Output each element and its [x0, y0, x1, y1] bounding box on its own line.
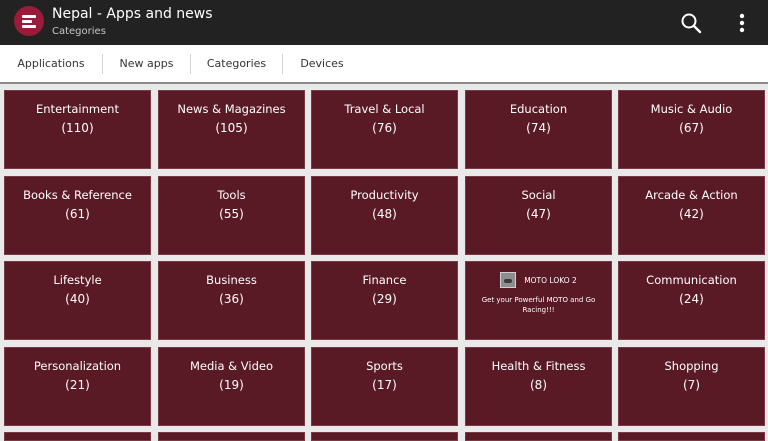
category-tile[interactable]: Music & Audio (67) [618, 90, 765, 169]
category-name: News & Magazines [177, 102, 286, 116]
category-name: Music & Audio [650, 102, 733, 116]
category-tile[interactable]: News & Magazines (105) [158, 90, 305, 169]
category-count: (36) [219, 292, 244, 306]
category-name: Business [206, 273, 257, 287]
category-name: Arcade & Action [645, 188, 738, 202]
category-name: Education [509, 102, 568, 116]
category-tile[interactable]: Shopping (7) [618, 347, 765, 426]
category-tile-partial[interactable] [158, 432, 305, 441]
category-count: (67) [679, 121, 704, 135]
category-count: (7) [683, 378, 700, 392]
category-count: (42) [679, 207, 704, 221]
category-name: Productivity [350, 188, 419, 202]
category-name: Finance [362, 273, 407, 287]
category-tile[interactable]: Arcade & Action (42) [618, 176, 765, 255]
ad-header: MOTO LOKO 2 [466, 271, 611, 289]
category-count: (21) [65, 378, 90, 392]
category-tile[interactable]: Business (36) [158, 261, 305, 340]
search-icon[interactable] [680, 12, 702, 34]
category-count: (19) [219, 378, 244, 392]
category-count: (29) [372, 292, 397, 306]
category-tile[interactable]: Productivity (48) [311, 176, 458, 255]
category-name: Travel & Local [344, 102, 425, 116]
tab-new-apps[interactable]: New apps [103, 45, 190, 83]
category-name: Tools [217, 188, 246, 202]
category-tile[interactable]: Personalization (21) [4, 347, 151, 426]
category-tile-partial[interactable] [311, 432, 458, 441]
tab-categories[interactable]: Categories [191, 45, 282, 83]
category-name: Sports [366, 359, 403, 373]
category-tile-partial[interactable] [618, 432, 765, 441]
app-subtitle: Categories [52, 26, 106, 37]
category-name: Books & Reference [23, 188, 132, 202]
category-name: Entertainment [36, 102, 119, 116]
category-tile[interactable]: Tools (55) [158, 176, 305, 255]
ad-app-icon [500, 272, 517, 288]
category-count: (55) [219, 207, 244, 221]
category-tile[interactable]: Education (74) [465, 90, 612, 169]
category-name: Media & Video [189, 359, 274, 373]
overflow-menu-icon[interactable] [734, 11, 750, 35]
category-tile[interactable]: Media & Video (19) [158, 347, 305, 426]
ad-title: MOTO LOKO 2 [524, 275, 577, 285]
category-count: (17) [372, 378, 397, 392]
category-tile[interactable]: Entertainment (110) [4, 90, 151, 169]
category-count: (74) [526, 121, 551, 135]
tab-bar: Applications New apps Categories Devices [0, 45, 768, 83]
app-logo-icon[interactable] [14, 6, 44, 36]
category-name: Personalization [33, 359, 122, 373]
category-tile[interactable]: Books & Reference (61) [4, 176, 151, 255]
category-name: Shopping [664, 359, 719, 373]
category-name: Social [521, 188, 556, 202]
category-tile[interactable]: Finance (29) [311, 261, 458, 340]
category-tile[interactable]: Social (47) [465, 176, 612, 255]
category-tile[interactable]: Communication (24) [618, 261, 765, 340]
tab-devices[interactable]: Devices [283, 45, 361, 83]
category-tile[interactable]: Travel & Local (76) [311, 90, 458, 169]
category-tile-partial[interactable] [4, 432, 151, 441]
category-count: (40) [65, 292, 90, 306]
category-tile[interactable]: Health & Fitness (8) [465, 347, 612, 426]
category-tile[interactable]: Sports (17) [311, 347, 458, 426]
tab-applications[interactable]: Applications [0, 45, 102, 83]
category-count: (8) [530, 378, 547, 392]
ad-tile[interactable]: MOTO LOKO 2 Get your Powerful MOTO and G… [465, 261, 612, 340]
category-count: (47) [526, 207, 551, 221]
category-tile-partial[interactable] [465, 432, 612, 441]
app-bar: Nepal - Apps and news Categories [0, 0, 768, 45]
category-count: (110) [61, 121, 94, 135]
category-name: Lifestyle [53, 273, 102, 287]
category-count: (24) [679, 292, 704, 306]
category-grid: Entertainment (110) News & Magazines (10… [0, 84, 768, 441]
ad-text: Get your Powerful MOTO and Go Racing!!! [481, 296, 596, 314]
category-name: Communication [646, 273, 737, 287]
category-count: (48) [372, 207, 397, 221]
category-count: (105) [215, 121, 248, 135]
category-count: (61) [65, 207, 90, 221]
category-name: Health & Fitness [491, 359, 586, 373]
category-count: (76) [372, 121, 397, 135]
category-tile[interactable]: Lifestyle (40) [4, 261, 151, 340]
app-title: Nepal - Apps and news [52, 6, 213, 22]
